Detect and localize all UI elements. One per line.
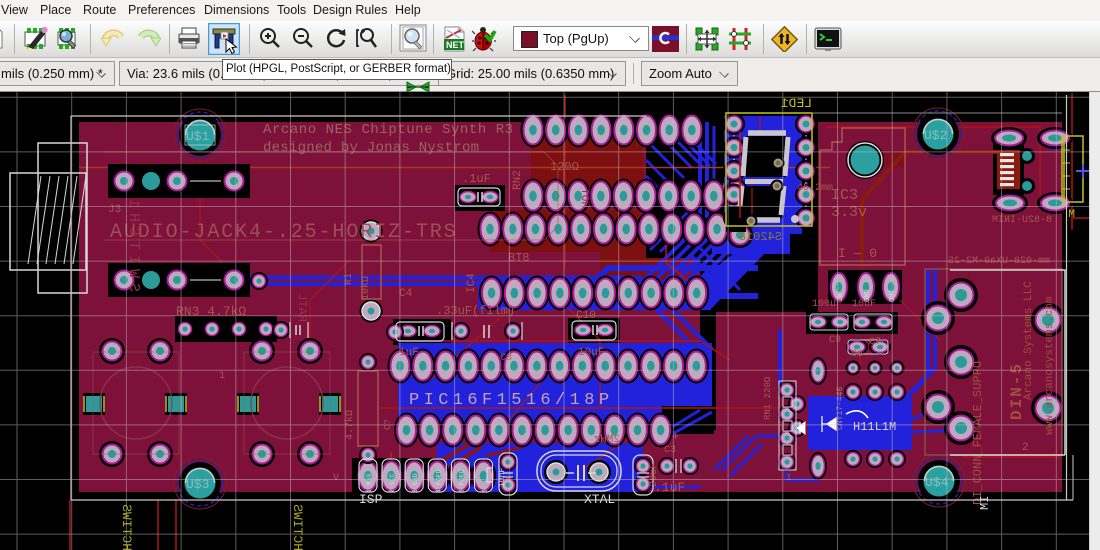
svg-text:J3: J3 — [108, 204, 121, 216]
svg-text:U$1: U$1 — [186, 129, 210, 144]
svg-text:AUDIO-JACK4-.25-HORIZ-TRS: AUDIO-JACK4-.25-HORIZ-TRS — [110, 221, 458, 244]
svg-text:U$4: U$4 — [925, 475, 949, 490]
svg-text:H11L1M: H11L1M — [853, 420, 896, 434]
svg-text:3 GND: 3 GND — [412, 473, 419, 493]
svg-text:V: V — [333, 473, 339, 484]
svg-text:1 MSS: 1 MSS — [366, 473, 373, 493]
svg-text:RN2: RN2 — [512, 170, 524, 190]
svg-text:PIC16F1516/18P: PIC16F1516/18P — [409, 391, 613, 410]
svg-text:U$2: U$2 — [924, 128, 947, 143]
svg-text:10uF: 10uF — [852, 299, 876, 310]
svg-text:LED1: LED1 — [781, 96, 812, 111]
svg-text:I — 0: I — 0 — [838, 246, 877, 261]
svg-text:HCTIWS: HCTIWS — [290, 504, 305, 550]
svg-text:C6: C6 — [851, 349, 863, 360]
svg-text:RATL: RATL — [295, 293, 309, 322]
svg-text:1: 1 — [786, 473, 791, 483]
svg-text:HOT: HOT — [578, 188, 590, 208]
svg-text:5 PGEC: 5 PGEC — [458, 469, 465, 493]
svg-text:2: 2 — [1022, 442, 1029, 454]
svg-text:+: + — [720, 179, 727, 193]
svg-text:RN1 220Ω: RN1 220Ω — [763, 376, 773, 420]
svg-text:C3: C3 — [664, 445, 676, 456]
svg-text:SWITCH1: SWITCH1 — [125, 194, 142, 292]
svg-text:MI: MI — [978, 496, 992, 510]
svg-text:6: 6 — [482, 489, 489, 493]
svg-text:OUT: OUT — [889, 289, 897, 302]
svg-text:2 VCC: 2 VCC — [389, 473, 396, 493]
svg-text:C3: C3 — [500, 353, 512, 364]
svg-text:BT8: BT8 — [508, 251, 530, 265]
svg-text:DI_CONN_FEMALE_SUPPO: DI_CONN_FEMALE_SUPPO — [971, 361, 985, 505]
svg-text:Arcano NES Chiptune Synth R3: Arcano NES Chiptune Synth R3 — [263, 122, 514, 138]
svg-text:.1uF: .1uF — [654, 480, 685, 495]
svg-text:8-82U-INIM: 8-82U-INIM — [992, 215, 1052, 226]
svg-text:2MHz: 2MHz — [594, 434, 620, 446]
svg-text:1: 1 — [219, 371, 225, 382]
svg-text:S42018: S42018 — [739, 230, 782, 244]
svg-text:C9: C9 — [829, 335, 841, 346]
svg-text:M: M — [1068, 209, 1075, 221]
svg-text:Arcano Systems LLC: Arcano Systems LLC — [1023, 281, 1035, 400]
svg-text:10nF: 10nF — [498, 468, 507, 487]
svg-text:4 PGED: 4 PGED — [435, 469, 442, 493]
svg-text:45.2mm: 45.2mm — [797, 183, 833, 194]
svg-text:IC4: IC4 — [466, 273, 478, 293]
svg-text:designed by Jonas Nystrom: designed by Jonas Nystrom — [263, 140, 479, 156]
svg-text:1uF: 1uF — [399, 347, 419, 359]
svg-text:www.arcanosystems.com: www.arcanosystems.com — [1044, 296, 1056, 435]
svg-text:10uF: 10uF — [578, 347, 604, 359]
svg-text:C7: C7 — [869, 337, 881, 348]
svg-text:NET: NET — [446, 40, 465, 50]
svg-text:.1uF: .1uF — [462, 172, 491, 186]
svg-text:C4: C4 — [399, 288, 413, 300]
svg-text:IC3: IC3 — [831, 187, 858, 204]
